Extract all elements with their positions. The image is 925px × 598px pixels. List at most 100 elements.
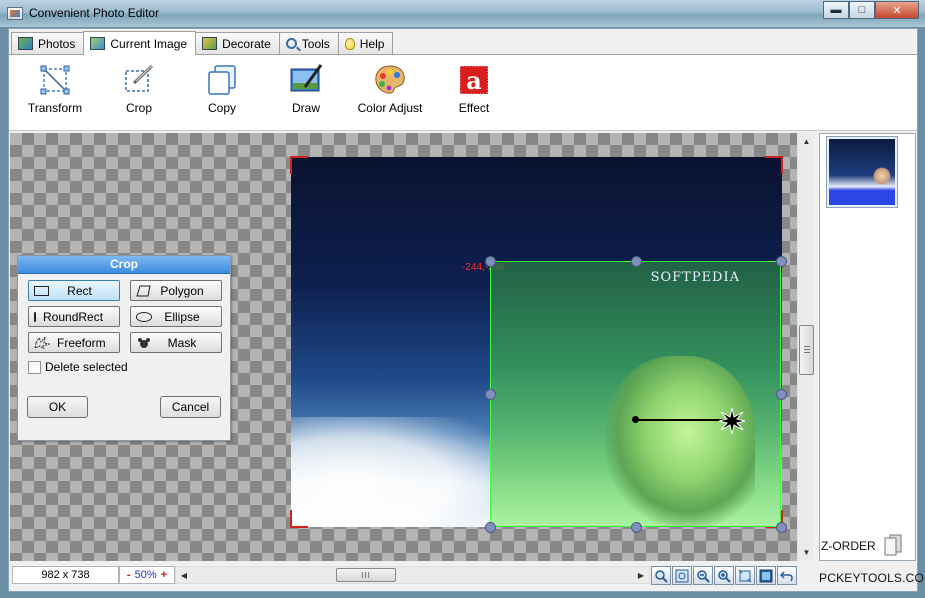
window-title: Convenient Photo Editor — [29, 6, 160, 20]
crop-corner-top-right — [765, 156, 783, 174]
zorder-label: Z-ORDER — [821, 539, 876, 553]
resize-handle-e[interactable] — [776, 389, 787, 400]
grip-line — [804, 349, 810, 350]
minimize-button[interactable]: ▬ — [823, 1, 849, 19]
full-screen-button[interactable] — [756, 566, 776, 585]
color-adjust-button[interactable]: Color Adjust — [350, 63, 430, 125]
resize-handle-s[interactable] — [631, 522, 642, 533]
resize-handle-n[interactable] — [631, 256, 642, 267]
resize-handle-se[interactable] — [776, 522, 787, 533]
decorate-icon — [202, 37, 218, 50]
grip-line — [804, 346, 810, 347]
tab-bar: Photos Current Image Decorate Tools Help — [11, 31, 394, 55]
horizontal-scrollbar[interactable]: ◀ III ▶ — [175, 566, 650, 584]
crop-panel: Crop Rect Polygon RoundRect Ellipse Free… — [17, 255, 231, 441]
resize-handle-ne[interactable] — [776, 256, 787, 267]
palette-icon — [373, 63, 407, 97]
resize-handle-nw[interactable] — [485, 256, 496, 267]
scroll-down-icon[interactable]: ▼ — [798, 544, 815, 561]
fit-window-icon — [675, 569, 689, 582]
delete-selected-row[interactable]: Delete selected — [28, 360, 128, 374]
tab-current-image[interactable]: Current Image — [83, 31, 197, 55]
crop-mask-button[interactable]: Mask — [130, 332, 222, 353]
scroll-up-icon[interactable]: ▲ — [798, 133, 815, 150]
zoom-toolbar — [651, 566, 797, 585]
ok-button[interactable]: OK — [27, 396, 88, 418]
app-icon — [7, 7, 23, 20]
crop-rect-button[interactable]: Rect — [28, 280, 120, 301]
layers-panel — [819, 133, 916, 561]
fit-to-window-button[interactable] — [672, 566, 692, 585]
ribbon-label: Copy — [207, 101, 236, 115]
ribbon-label: Color Adjust — [357, 101, 423, 115]
resize-handle-sw[interactable] — [485, 522, 496, 533]
tab-tools[interactable]: Tools — [278, 32, 339, 54]
crop-ellipse-button[interactable]: Ellipse — [130, 306, 222, 327]
canvas-workspace[interactable]: -244,-236 SOFTPEDIA Crop Rect Polygon Ro… — [10, 133, 797, 561]
delete-selected-checkbox[interactable] — [28, 360, 41, 374]
draw-button[interactable]: Draw — [266, 63, 346, 125]
rotate-handle-icon[interactable] — [718, 407, 746, 435]
tab-decorate[interactable]: Decorate — [195, 32, 280, 54]
actual-size-button[interactable] — [735, 566, 755, 585]
magnifier-icon — [285, 38, 297, 49]
vertical-scrollbar[interactable]: ▲ ▼ — [797, 133, 814, 561]
polygon-icon — [136, 285, 152, 297]
crop-polygon-button[interactable]: Polygon — [130, 280, 222, 301]
photo-watermark: SOFTPEDIA — [650, 270, 740, 285]
rotation-pivot[interactable] — [632, 416, 639, 423]
zoom-magnifier-button[interactable] — [651, 566, 671, 585]
button-label: Freeform — [57, 335, 106, 350]
image-dimensions: 982 x 738 — [12, 566, 119, 584]
zoom-out-tool-button[interactable] — [693, 566, 713, 585]
ribbon-label: Effect — [458, 101, 490, 115]
maximize-button[interactable]: □ — [849, 1, 875, 19]
ribbon-label: Transform — [27, 101, 83, 115]
crop-button[interactable]: Crop — [99, 63, 179, 125]
crop-roundrect-button[interactable]: RoundRect — [28, 306, 120, 327]
main-window: Photos Current Image Decorate Tools Help… — [8, 28, 925, 592]
photos-icon — [18, 37, 33, 50]
crop-corner-top-left — [290, 156, 308, 174]
tab-label: Photos — [38, 36, 76, 51]
layer-thumbnail[interactable] — [826, 136, 898, 208]
scroll-right-icon[interactable]: ▶ — [633, 567, 649, 583]
tab-label: Tools — [301, 36, 330, 51]
crop-freeform-button[interactable]: Freeform — [28, 332, 120, 353]
crop-selection-rect[interactable]: SOFTPEDIA — [490, 261, 781, 527]
zorder-icon[interactable] — [883, 534, 903, 556]
undo-icon — [780, 570, 793, 581]
rotation-line — [636, 419, 730, 421]
resize-handle-w[interactable] — [485, 389, 496, 400]
ellipse-icon — [136, 311, 152, 322]
actual-size-icon — [738, 569, 752, 582]
horizontal-scroll-thumb[interactable]: III — [336, 568, 396, 582]
brand-label: PCKEYTOOLS.COM — [819, 571, 925, 585]
tab-photos[interactable]: Photos — [11, 32, 85, 54]
tab-label: Current Image — [110, 36, 188, 51]
undo-button[interactable] — [777, 566, 797, 585]
tab-help[interactable]: Help — [337, 32, 394, 54]
transform-icon — [38, 63, 72, 97]
full-screen-icon — [759, 569, 773, 582]
copy-button[interactable]: Copy — [182, 63, 262, 125]
vertical-scroll-thumb[interactable] — [799, 325, 814, 375]
close-button[interactable]: ✕ — [875, 1, 919, 19]
delete-selected-label: Delete selected — [45, 360, 128, 374]
button-label: Rect — [67, 283, 92, 298]
zoom-in-tool-button[interactable] — [714, 566, 734, 585]
photo-subject — [605, 356, 755, 526]
button-label: RoundRect — [43, 309, 104, 324]
cancel-button[interactable]: Cancel — [160, 396, 221, 418]
effect-button[interactable]: a Effect — [434, 63, 514, 125]
zoom-in-button[interactable]: + — [161, 567, 167, 583]
zoom-out-button[interactable]: - — [127, 567, 131, 583]
freeform-icon — [34, 334, 51, 350]
crop-icon — [122, 63, 156, 97]
magnifier-icon — [655, 569, 668, 583]
svg-text:a: a — [466, 66, 482, 95]
window-controls: ▬ □ ✕ — [823, 1, 919, 19]
scroll-left-icon[interactable]: ◀ — [176, 567, 192, 583]
transform-button[interactable]: Transform — [15, 63, 95, 125]
button-label: Ellipse — [164, 309, 200, 324]
